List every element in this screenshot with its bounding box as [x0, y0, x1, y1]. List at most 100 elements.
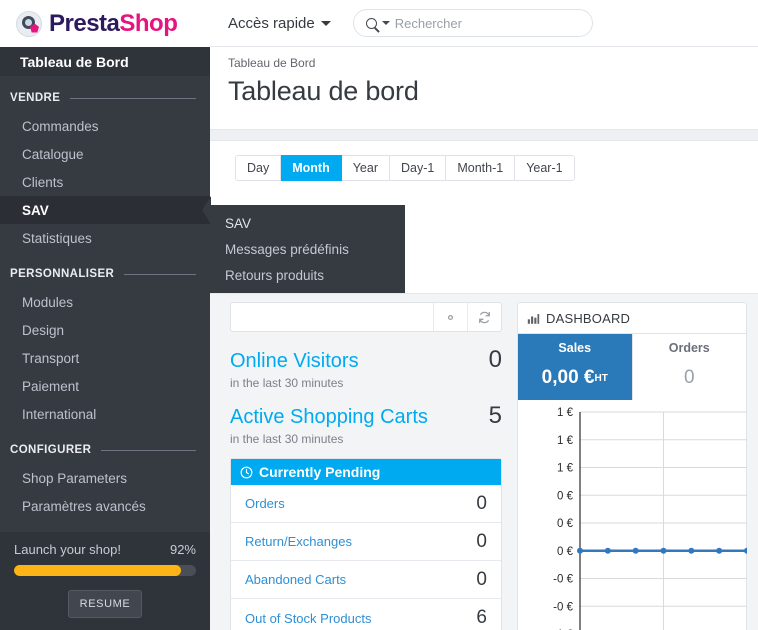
panel-toolbar [230, 302, 502, 332]
dashboard-title-label: DASHBOARD [546, 311, 631, 326]
refresh-icon[interactable] [467, 303, 501, 331]
sidebar-item-international[interactable]: International [0, 400, 210, 428]
pending-label: Return/Exchanges [245, 534, 352, 549]
brand-logo-bar[interactable]: PrestaShop [0, 0, 210, 47]
stat-subtitle: in the last 30 minutes [230, 376, 344, 390]
main-content: Tableau de Bord Tableau de bord Day Mont… [210, 47, 758, 630]
divider [70, 97, 196, 99]
submenu-item-sav[interactable]: SAV [210, 210, 405, 236]
chevron-down-icon[interactable] [381, 21, 390, 25]
kpi-orders[interactable]: Orders 0 [633, 334, 747, 400]
pending-row-out-of-stock[interactable]: Out of Stock Products 6 [231, 599, 501, 630]
pending-label: Out of Stock Products [245, 610, 372, 626]
sidebar-item-label: SAV [22, 202, 49, 218]
brand-name-second: Shop [119, 9, 178, 37]
pending-row-returns[interactable]: Return/Exchanges 0 [231, 523, 501, 561]
tab-month-1[interactable]: Month-1 [446, 155, 516, 181]
sidebar-item-design[interactable]: Design [0, 316, 210, 344]
dashboard-panels: Online Visitors 0 in the last 30 minutes… [210, 293, 758, 630]
pending-value: 0 [476, 530, 487, 552]
kpi-value: 0,00 € [541, 367, 595, 388]
stat-online-visitors: Online Visitors 0 [230, 346, 502, 374]
svg-text:-0 €: -0 € [553, 601, 573, 613]
sidebar-item-sav[interactable]: SAV [0, 196, 211, 224]
stat-title[interactable]: Online Visitors [230, 350, 359, 373]
svg-text:0 €: 0 € [557, 546, 574, 558]
sidebar-item-catalogue[interactable]: Catalogue [0, 140, 210, 168]
submenu-item-messages-predefinis[interactable]: Messages prédéfinis [210, 236, 405, 262]
stat-value: 0 [488, 346, 502, 373]
kpi-sales[interactable]: Sales 0,00 €HT [518, 334, 633, 400]
sales-chart: 1 €1 €1 €0 €0 €0 €-0 €-0 €-1 € [518, 400, 750, 630]
sidebar-item-label: Tableau de Bord [20, 53, 129, 70]
submenu-item-retours-produits[interactable]: Retours produits [210, 262, 405, 288]
sidebar-item-modules[interactable]: Modules [0, 288, 210, 316]
sidebar-section-personnaliser: PERSONNALISER [0, 263, 210, 285]
breadcrumb: Tableau de Bord [228, 56, 316, 70]
launch-progress-row: Launch your shop! 92% [14, 542, 196, 557]
pending-label: Orders [245, 496, 285, 511]
sidebar-section-label: VENDRE [10, 92, 61, 104]
live-stats-block: Online Visitors 0 in the last 30 minutes… [230, 346, 502, 446]
quick-access-menu[interactable]: Accès rapide [228, 15, 331, 32]
sidebar-item-statistiques[interactable]: Statistiques [0, 224, 210, 252]
bar-chart-icon [527, 314, 540, 324]
gear-icon[interactable] [433, 303, 467, 331]
tab-month[interactable]: Month [281, 155, 342, 181]
sidebar-item-label: International [22, 406, 97, 422]
kpi-value-wrap: 0,00 €HT [518, 367, 632, 389]
page-title: Tableau de bord [228, 76, 419, 106]
sidebar-item-commandes[interactable]: Commandes [0, 112, 210, 140]
stat-value: 5 [488, 402, 502, 429]
divider [124, 273, 196, 275]
pending-label: Abandoned Carts [245, 572, 347, 587]
launch-percent: 92% [169, 542, 196, 557]
pending-row-abandoned-carts[interactable]: Abandoned Carts 0 [231, 561, 501, 599]
tab-year-1[interactable]: Year-1 [515, 155, 575, 181]
kpi-suffix: HT [594, 373, 608, 384]
chevron-down-icon [320, 20, 331, 26]
sidebar-item-shop-parameters[interactable]: Shop Parameters [0, 464, 210, 492]
stat-title[interactable]: Active Shopping Carts [230, 406, 428, 429]
brand-name-first: Presta [49, 9, 120, 37]
sidebar-item-label: Paiement [22, 378, 80, 394]
sidebar-item-paiement[interactable]: Paiement [0, 372, 210, 400]
global-search-box[interactable] [352, 9, 593, 37]
sidebar-item-label: Clients [22, 174, 64, 190]
prestashop-logo-icon [16, 10, 42, 37]
pending-value: 0 [476, 568, 487, 590]
panel-header-label: Currently Pending [259, 464, 381, 480]
sidebar-section-label: PERSONNALISER [10, 268, 115, 280]
dashboard-column: DASHBOARD Sales 0,00 €HT Orders 0 1 € 1 … [517, 302, 750, 630]
sidebar-item-label: Statistiques [22, 230, 92, 246]
svg-text:0 €: 0 € [557, 490, 574, 502]
sidebar-section-label: CONFIGURER [10, 444, 92, 456]
main-sidebar: Tableau de Bord VENDRE Commandes Catalog… [0, 47, 211, 630]
dashboard-card: DASHBOARD Sales 0,00 €HT Orders 0 1 € 1 … [517, 302, 750, 630]
sidebar-item-parametres-avances[interactable]: Paramètres avancés [0, 492, 210, 520]
spacer [210, 107, 758, 129]
resume-button[interactable]: RESUME [68, 590, 142, 618]
search-icon [365, 17, 377, 29]
sidebar-item-clients[interactable]: Clients [0, 168, 210, 196]
sidebar-item-label: Commandes [22, 118, 99, 134]
date-range-tabs: Day Month Year Day-1 Month-1 Year-1 [210, 141, 758, 195]
pending-row-orders[interactable]: Orders 0 [231, 485, 501, 523]
tab-day-1[interactable]: Day-1 [389, 155, 447, 181]
kpi-label: Sales [558, 341, 592, 355]
prestashop-admin-window: PrestaShop Accès rapide Tableau de Bord … [0, 0, 758, 630]
sidebar-item-label: Paramètres avancés [22, 498, 146, 514]
sidebar-item-transport[interactable]: Transport [0, 344, 210, 372]
top-header-bar: Accès rapide [210, 0, 758, 47]
pending-value: 0 [476, 492, 487, 514]
sidebar-item-dashboard[interactable]: Tableau de Bord [0, 47, 210, 76]
quick-access-label: Accès rapide [228, 14, 315, 32]
tab-day[interactable]: Day [235, 155, 282, 181]
search-input[interactable] [394, 15, 580, 31]
currently-pending-header: Currently Pending [231, 459, 501, 485]
tab-year[interactable]: Year [341, 155, 390, 181]
sidebar-item-label: Shop Parameters [22, 470, 128, 486]
activity-column: Online Visitors 0 in the last 30 minutes… [230, 302, 502, 630]
kpi-label: Orders [668, 341, 710, 355]
svg-text:1 €: 1 € [557, 435, 574, 447]
